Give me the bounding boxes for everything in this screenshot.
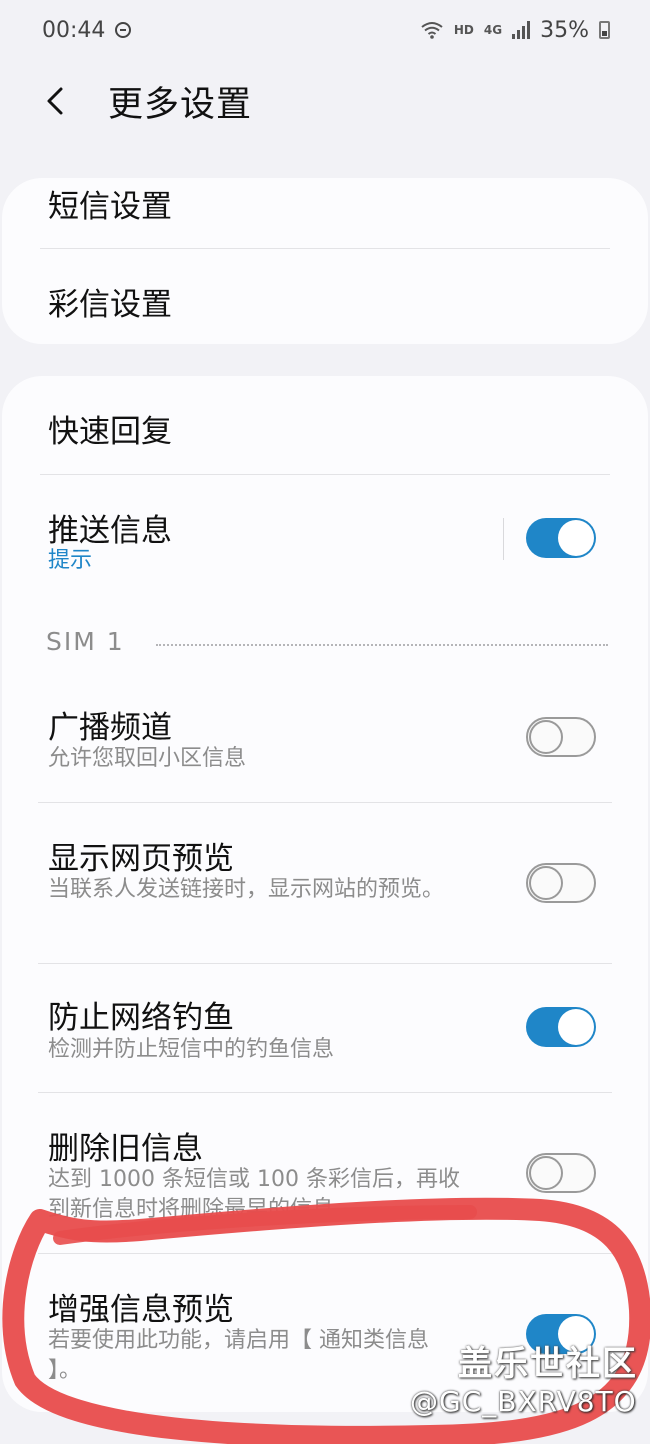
sms-settings-item[interactable]: 短信设置 xyxy=(2,178,648,248)
push-messages-toggle[interactable] xyxy=(526,518,596,558)
web-preview-toggle[interactable] xyxy=(526,863,596,903)
anti-phishing-label: 防止网络钓鱼 xyxy=(48,1000,234,1036)
push-messages-subtitle: 提示 xyxy=(48,548,93,573)
app-bar: 更多设置 xyxy=(0,68,650,134)
back-button[interactable] xyxy=(24,69,88,133)
do-not-disturb-icon xyxy=(115,22,132,38)
web-preview-subtitle: 当联系人发送链接时，显示网站的预览。 xyxy=(48,877,445,902)
watermark-site: 盖乐世社区 xyxy=(458,1344,638,1384)
settings-group-messages: 短信设置 彩信设置 xyxy=(2,178,648,344)
section-divider xyxy=(156,644,608,646)
wifi-icon xyxy=(421,22,443,39)
toggle-knob xyxy=(529,1156,563,1190)
toggle-knob xyxy=(558,1009,594,1045)
watermark-user: @GC_BXRV8TO xyxy=(410,1385,637,1418)
battery-icon xyxy=(599,21,610,39)
toggle-knob xyxy=(529,720,563,754)
delete-old-messages-item[interactable]: 删除旧信息 达到 1000 条短信或 100 条彩信后，再收到新信息时将删除最早… xyxy=(2,1093,648,1253)
cell-broadcast-item[interactable]: 广播频道 允许您取回小区信息 xyxy=(2,676,648,802)
toggle-knob xyxy=(529,866,563,900)
vertical-separator xyxy=(503,518,504,560)
enhanced-preview-subtitle: 若要使用此功能，请启用【 通知类信息 】。 xyxy=(48,1328,429,1383)
sms-settings-label: 短信设置 xyxy=(48,189,172,225)
enhanced-preview-label: 增强信息预览 xyxy=(48,1292,234,1328)
delete-old-messages-subtitle: 达到 1000 条短信或 100 条彩信后，再收到新信息时将删除最早的信息。 xyxy=(48,1167,460,1222)
delete-old-messages-label: 删除旧信息 xyxy=(48,1131,203,1167)
hd-indicator: HD xyxy=(453,23,474,37)
quick-reply-item[interactable]: 快速回复 xyxy=(2,376,648,474)
anti-phishing-subtitle: 检测并防止短信中的钓鱼信息 xyxy=(48,1037,335,1062)
mms-settings-item[interactable]: 彩信设置 xyxy=(2,249,648,344)
signal-icon xyxy=(512,21,531,39)
status-time: 00:44 xyxy=(42,17,106,43)
section-header-sim1: SIM 1 xyxy=(46,627,125,656)
status-left: 00:44 xyxy=(42,17,132,43)
cell-broadcast-subtitle: 允许您取回小区信息 xyxy=(48,746,247,771)
quick-reply-label: 快速回复 xyxy=(48,414,172,450)
cell-broadcast-toggle[interactable] xyxy=(526,717,596,757)
anti-phishing-toggle[interactable] xyxy=(526,1007,596,1047)
network-type: 4G xyxy=(483,23,503,37)
web-preview-item[interactable]: 显示网页预览 当联系人发送链接时，显示网站的预览。 xyxy=(2,803,648,963)
back-arrow-icon xyxy=(47,87,63,115)
push-messages-label: 推送信息 xyxy=(48,513,172,549)
status-bar: 00:44 HD 4G 35% xyxy=(0,0,650,60)
battery-percent: 35% xyxy=(540,17,589,43)
anti-phishing-item[interactable]: 防止网络钓鱼 检测并防止短信中的钓鱼信息 xyxy=(2,964,648,1092)
push-messages-item[interactable]: 推送信息 提示 xyxy=(2,475,648,605)
cell-broadcast-label: 广播频道 xyxy=(48,710,172,746)
mms-settings-label: 彩信设置 xyxy=(48,287,172,323)
delete-old-messages-toggle[interactable] xyxy=(526,1153,596,1193)
toggle-knob xyxy=(558,520,594,556)
web-preview-label: 显示网页预览 xyxy=(48,841,234,877)
status-right: HD 4G 35% xyxy=(420,18,610,43)
page-title: 更多设置 xyxy=(108,84,253,125)
